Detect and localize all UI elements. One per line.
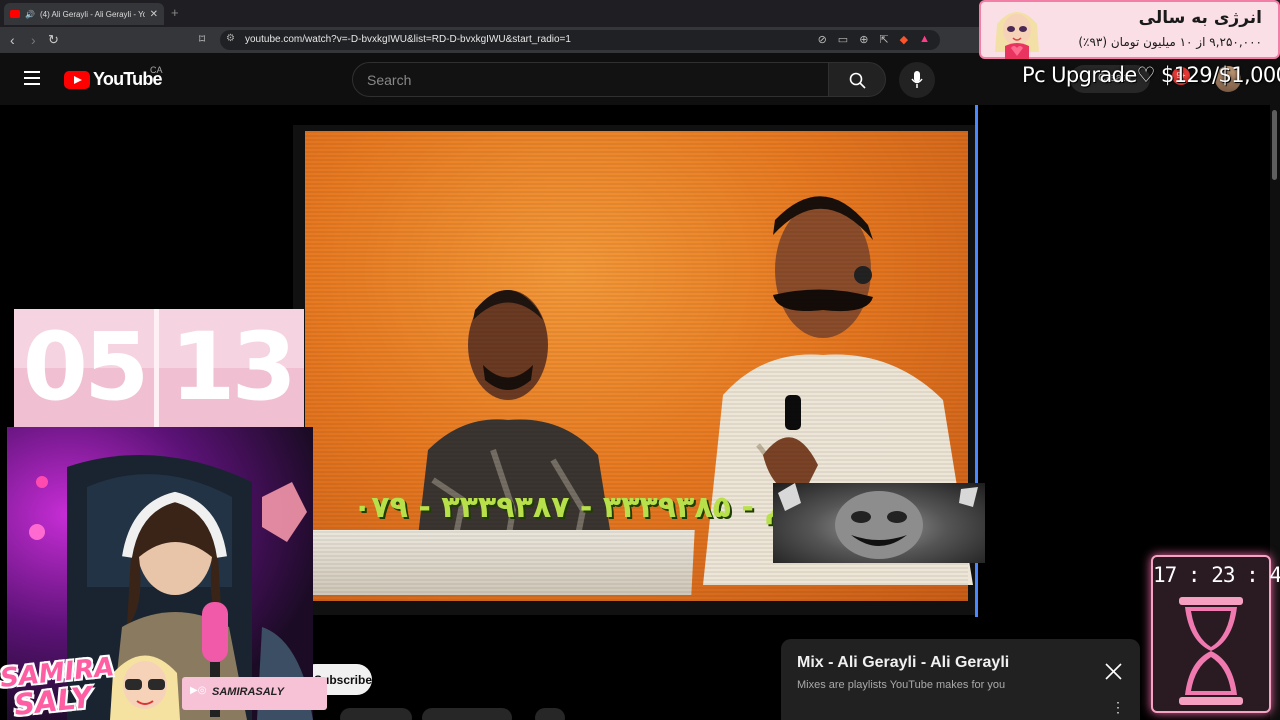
search-placeholder: Search	[367, 72, 412, 88]
brave-shield-icon[interactable]: ◆	[900, 33, 908, 46]
url-text: youtube.com/watch?v=-D-bvxkgIWU&list=RD-…	[245, 34, 571, 45]
microphone-icon	[911, 71, 923, 88]
action-button[interactable]	[340, 708, 412, 720]
social-handle-bar: ▶◎ SAMIRASALY	[182, 677, 327, 710]
mix-title: Mix - Ali Gerayli - Ali Gerayli	[797, 654, 1010, 671]
pc-upgrade-goal: Pc Upgrade♡ $129/$1,000	[1022, 63, 1280, 87]
back-icon[interactable]: ‹	[10, 31, 15, 49]
share-icon[interactable]: ⇱	[879, 33, 888, 46]
search-input[interactable]: Search	[352, 62, 829, 97]
omnibox-actions: ⊘ ▭ ⊕ ⇱ ◆ ▲	[818, 33, 930, 46]
zoom-icon[interactable]: ⊕	[859, 33, 868, 46]
region-code: CA	[150, 65, 163, 75]
site-info-icon[interactable]: ⚙	[226, 33, 235, 44]
social-handle: SAMIRASALY	[212, 686, 284, 698]
donation-progress-text: ۹,۲۵۰,۰۰۰ از ۱۰ میلیون تومان (۹۳٪)	[1078, 35, 1262, 49]
video-blocked-icon[interactable]: ⊘	[818, 33, 827, 46]
reload-icon[interactable]: ↻	[48, 31, 59, 49]
countdown-timer: 05 13	[14, 309, 304, 427]
donation-title: انرژی به سالی	[1138, 8, 1262, 28]
clock-time: 17 : 23 : 42	[1153, 563, 1280, 587]
video-phone-caption: ۰۷۹ - ۳۳۳۹۳۸۷ - ۳۳۳۹۳۸۵ - فیلم	[353, 490, 831, 525]
youtube-instagram-icon: ▶◎	[190, 685, 207, 696]
more-actions-button[interactable]	[535, 708, 565, 720]
timer-minutes: 05	[22, 313, 150, 422]
search-icon	[849, 72, 866, 89]
cast-icon[interactable]: ▭	[838, 33, 848, 46]
new-tab-button[interactable]: +	[171, 5, 179, 20]
action-button[interactable]	[422, 708, 512, 720]
tab-close-icon[interactable]: ✕	[150, 9, 158, 20]
meme-overlay-image	[773, 483, 985, 563]
stream-clock: 17 : 23 : 42	[1151, 555, 1280, 713]
cartoon-mascot-icon	[110, 655, 180, 720]
search-button[interactable]	[828, 62, 886, 97]
youtube-favicon-icon	[10, 10, 20, 18]
youtube-logo[interactable]: YouTube	[64, 69, 163, 90]
forward-icon[interactable]: ›	[31, 31, 36, 49]
audio-playing-icon[interactable]: 🔊	[25, 10, 35, 19]
scrollbar-thumb[interactable]	[1272, 110, 1277, 180]
timer-seconds: 13	[170, 313, 297, 422]
voice-search-button[interactable]	[899, 62, 935, 98]
cartoon-avatar-icon	[995, 12, 1039, 59]
mix-subtitle: Mixes are playlists YouTube makes for yo…	[797, 679, 1006, 691]
bookmark-icon[interactable]: ⌑	[199, 32, 205, 46]
menu-icon[interactable]	[24, 71, 40, 85]
youtube-play-icon	[64, 70, 90, 89]
brave-rewards-icon[interactable]: ▲	[919, 33, 930, 46]
hourglass-icon	[1179, 597, 1243, 705]
browser-tab-youtube[interactable]: 🔊 (4) Ali Gerayli - Ali Gerayli - Yo ✕	[4, 3, 164, 25]
more-options-icon[interactable]: ⋮	[1111, 699, 1125, 716]
donation-goal-widget: انرژی به سالی ۹,۲۵۰,۰۰۰ از ۱۰ میلیون توم…	[979, 0, 1280, 59]
streamer-name-line2: SALY	[12, 680, 94, 720]
url-field[interactable]: ⚙ youtube.com/watch?v=-D-bvxkgIWU&list=R…	[220, 30, 940, 50]
tab-title: (4) Ali Gerayli - Ali Gerayli - Yo	[39, 9, 145, 19]
close-icon[interactable]	[1105, 663, 1122, 680]
page-scrollbar[interactable]	[1270, 105, 1280, 720]
mix-playlist-card: Mix - Ali Gerayli - Ali Gerayli Mixes ar…	[781, 639, 1140, 720]
